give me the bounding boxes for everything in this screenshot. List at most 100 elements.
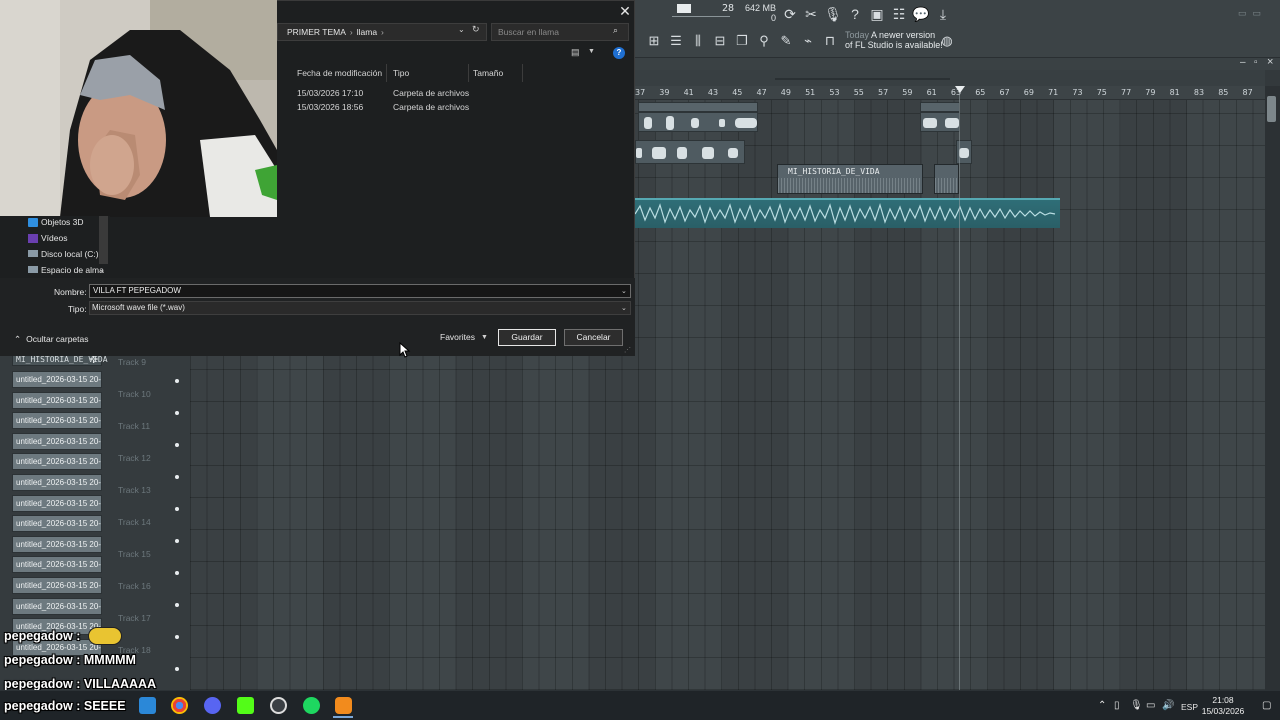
fl-studio-icon[interactable] <box>335 697 352 714</box>
search-icon[interactable]: ⌕ <box>613 25 618 36</box>
filename-input[interactable]: VILLA FT PEPEGADOW <box>89 284 631 298</box>
track-mute-dot[interactable] <box>175 571 179 575</box>
audio-clip-source[interactable]: untitled_2026-03-15 20-... <box>12 535 102 553</box>
track-mute-dot[interactable] <box>175 443 179 447</box>
cut-icon[interactable]: ✂ <box>802 5 820 23</box>
device-icon[interactable]: ▯ <box>1114 700 1120 711</box>
tool-icon[interactable]: ✎ <box>777 32 795 50</box>
refresh-icon[interactable]: ↻ <box>472 24 480 35</box>
pattern-clip[interactable]: MI_HISTORIA_DE_VIDA <box>777 164 923 194</box>
track-label[interactable]: Track 17 <box>118 613 151 623</box>
audio-clip-source[interactable]: untitled_2026-03-15 20-... <box>12 494 102 512</box>
chat-icon[interactable]: 💬 <box>912 5 930 23</box>
column-type[interactable]: Tipo <box>393 68 409 78</box>
track-label[interactable]: Track 13 <box>118 485 151 495</box>
track-mute-dot[interactable] <box>175 411 179 415</box>
audio-clip-source[interactable]: untitled_2026-03-15 20-... <box>12 391 102 409</box>
column-divider[interactable] <box>468 64 469 82</box>
column-size[interactable]: Tamaño <box>473 68 503 78</box>
column-divider[interactable] <box>386 64 387 82</box>
audio-clip-source[interactable]: untitled_2026-03-15 20-... <box>12 453 102 471</box>
audio-clip-source[interactable]: untitled_2026-03-15 20-... <box>12 515 102 533</box>
track-label[interactable]: Track 11 <box>118 421 150 431</box>
chevron-down-icon[interactable]: ▼ <box>481 334 488 341</box>
notification-icon[interactable]: ▢ <box>1262 700 1271 711</box>
save-icon[interactable]: ▣ <box>868 5 886 23</box>
piano-roll-icon[interactable]: ⊞ <box>645 32 663 50</box>
track-label[interactable]: Track 12 <box>118 453 151 463</box>
tempo-slider[interactable] <box>672 16 730 17</box>
maximize-icon[interactable]: ▫ <box>1254 57 1258 68</box>
volume-icon[interactable]: 🔊 <box>1162 700 1174 711</box>
chevron-down-icon[interactable]: ⌄ <box>458 25 465 34</box>
file-date[interactable]: 15/03/2026 18:56 <box>297 102 363 112</box>
audio-clip-source[interactable]: untitled_2026-03-15 20-... <box>12 474 102 491</box>
channel-rack-icon[interactable]: ⊟ <box>711 32 729 50</box>
hide-folders-toggle[interactable]: ⌃ Ocultar carpetas <box>14 334 89 345</box>
column-divider[interactable] <box>522 64 523 82</box>
audio-clip[interactable] <box>920 102 960 112</box>
spotify-icon[interactable] <box>303 697 320 714</box>
audio-clip-source[interactable]: untitled_2026-03-15 20-... <box>12 371 102 388</box>
close-playlist-icon[interactable]: × <box>1267 56 1273 68</box>
globe-icon[interactable]: ◍ <box>938 32 956 50</box>
timeline-ruler[interactable]: 37 39 41 43 45 47 49 51 53 55 57 59 61 63 65 67 69 71 73 75… <box>635 86 1265 100</box>
audio-clip[interactable] <box>920 112 960 132</box>
help-icon[interactable]: ? <box>846 5 864 23</box>
playlist-icon[interactable]: ☰ <box>667 32 685 50</box>
minimize-icon[interactable]: – <box>1240 57 1246 68</box>
file-type[interactable]: Carpeta de archivos <box>393 88 469 98</box>
playhead-marker[interactable] <box>955 86 965 93</box>
chevron-up-icon[interactable]: ⌃ <box>1098 700 1106 711</box>
network-icon[interactable]: ▭ <box>1146 700 1155 711</box>
mixer-icon[interactable]: ☷ <box>890 5 908 23</box>
track-label[interactable]: Track 15 <box>118 549 151 559</box>
track-label[interactable]: Track 10 <box>118 389 151 399</box>
discord-icon[interactable] <box>204 697 221 714</box>
column-date[interactable]: Fecha de modificación <box>297 68 382 78</box>
nav-item-3d[interactable]: Objetos 3D <box>41 217 84 227</box>
kick-icon[interactable] <box>237 697 254 714</box>
track-mute-dot[interactable] <box>175 539 179 543</box>
audio-clip-source[interactable]: untitled_2026-03-15 20-... <box>12 432 102 450</box>
resize-grip-icon[interactable]: ⋰ <box>624 346 631 354</box>
obs-icon[interactable] <box>270 697 287 714</box>
chevron-down-icon[interactable]: ⌄ <box>621 287 627 295</box>
audio-clip[interactable] <box>638 112 758 132</box>
pattern-clip[interactable] <box>934 164 959 194</box>
microphone-icon[interactable]: 🎙 <box>1130 700 1143 711</box>
chevron-down-icon[interactable]: ▼ <box>588 48 595 55</box>
store-icon[interactable] <box>139 697 156 714</box>
save-button[interactable]: Guardar <box>498 329 556 346</box>
view-options-icon[interactable]: ▤ <box>571 47 580 58</box>
playlist-scrollbar[interactable] <box>1265 86 1280 690</box>
plugin-icon[interactable]: ⚲ <box>755 32 773 50</box>
track-mute-dot[interactable] <box>175 667 179 671</box>
refresh-icon[interactable]: ⟳ <box>781 5 799 23</box>
track-label[interactable]: Track 14 <box>118 517 151 527</box>
window-controls[interactable]: ▭▭ <box>1238 8 1267 19</box>
breadcrumb-item[interactable]: PRIMER TEMA <box>287 27 346 37</box>
favorites-button[interactable]: Favorites <box>440 332 475 342</box>
nav-item-storage[interactable]: Espacio de alma <box>41 265 104 275</box>
file-type[interactable]: Carpeta de archivos <box>393 102 469 112</box>
track-mute-dot[interactable] <box>175 475 179 479</box>
cancel-button[interactable]: Cancelar <box>564 329 623 346</box>
system-clock[interactable]: 21:08 15/03/2026 <box>1201 695 1245 717</box>
microphone-icon[interactable]: 🎙 <box>824 5 842 23</box>
language-indicator[interactable]: ESP <box>1181 702 1198 712</box>
help-icon[interactable]: ? <box>613 47 625 59</box>
track-mute-dot[interactable] <box>175 379 179 383</box>
audio-clip-source[interactable]: untitled_2026-03-15 20-... <box>12 412 102 430</box>
breadcrumb[interactable]: PRIMER TEMA › llama › <box>277 23 487 41</box>
chrome-icon[interactable] <box>171 697 188 714</box>
file-date[interactable]: 15/03/2026 17:10 <box>297 88 363 98</box>
track-mute-dot[interactable] <box>175 507 179 511</box>
audio-clip-main[interactable] <box>634 198 1060 228</box>
chevron-down-icon[interactable]: ⌄ <box>99 266 105 274</box>
search-input[interactable]: Buscar en llama <box>491 23 629 41</box>
audio-clip[interactable] <box>635 140 745 164</box>
track-mute-dot[interactable] <box>175 603 179 607</box>
filetype-select[interactable]: Microsoft wave file (*.wav) <box>89 301 631 315</box>
update-notice[interactable]: Today A newer version of FL Studio is av… <box>845 30 945 54</box>
